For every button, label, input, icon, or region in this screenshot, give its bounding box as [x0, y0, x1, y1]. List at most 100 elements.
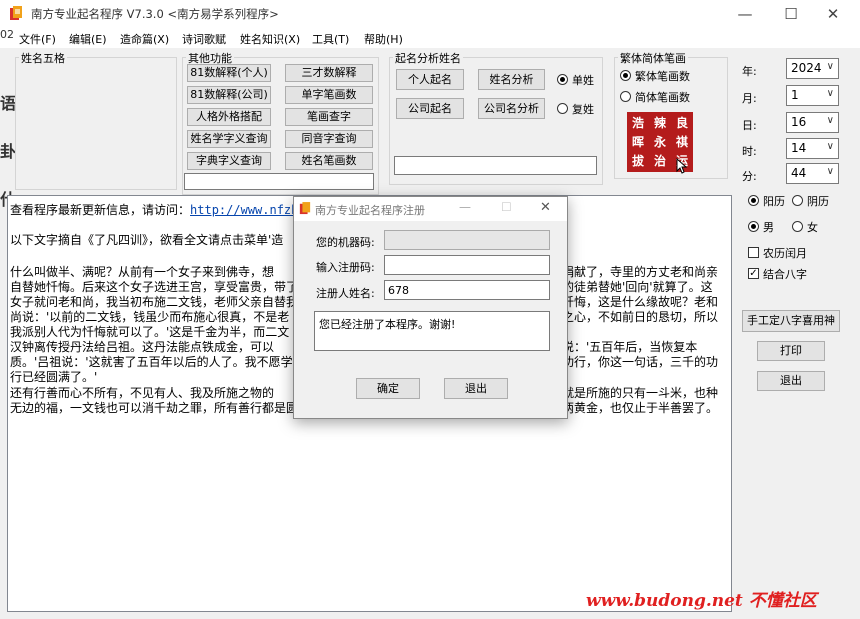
registration-message: 您已经注册了本程序。谢谢! — [319, 318, 456, 331]
excerpt-intro: 以下文字摘自《了凡四训》，欲看全文请点击菜单'造 — [10, 233, 284, 247]
menu-tools[interactable]: 工具(T) — [312, 31, 349, 47]
fanjian-group-title: 繁体简体笔画 — [618, 50, 688, 66]
company-analysis-button[interactable]: 公司名分析 — [478, 98, 545, 119]
female-label: 女 — [807, 221, 818, 234]
male-label: 男 — [763, 221, 774, 234]
menu-file[interactable]: 文件(F) — [19, 31, 56, 47]
reg-code-label: 输入注册码: — [316, 261, 375, 274]
solar-label: 阳历 — [763, 195, 785, 208]
year-select[interactable]: 2024 ∨ — [786, 58, 839, 79]
function-input[interactable] — [184, 173, 374, 190]
seal-char: 治 — [649, 150, 671, 172]
minute-select[interactable]: 44 ∨ — [786, 163, 839, 184]
btn-single-strokes[interactable]: 单字笔画数 — [285, 86, 373, 104]
update-info-line: 查看程序最新更新信息，请访问：http://www.nfzhou — [10, 201, 313, 218]
close-button[interactable]: ✕ — [810, 0, 856, 28]
menu-poetry[interactable]: 诗词歌赋 — [182, 31, 226, 47]
chevron-down-icon: ∨ — [826, 166, 834, 177]
day-label: 日: — [742, 119, 757, 132]
left-edge-glyph: 语 — [0, 94, 17, 113]
paragraph-fragment: 两黄金，也仅止于半善罢了。 — [562, 401, 719, 415]
left-edge-glyph: 卦 — [0, 142, 17, 161]
reg-code-input[interactable] — [384, 255, 550, 275]
title-bar: 南方专业起名程序 V7.3.0 <南方易学系列程序> — ☐ ✕ — [0, 0, 860, 28]
dialog-maximize-button: ☐ — [501, 200, 512, 214]
personal-naming-button[interactable]: 个人起名 — [396, 69, 464, 90]
reg-name-input[interactable]: 678 — [384, 280, 550, 300]
solar-radio[interactable] — [748, 195, 759, 206]
wuge-group — [15, 57, 177, 190]
day-value: 16 — [791, 115, 807, 129]
machine-code-field — [384, 230, 550, 250]
menu-name-knowledge[interactable]: 姓名知识(X) — [240, 31, 300, 47]
female-radio[interactable] — [792, 221, 803, 232]
analysis-name-input[interactable] — [394, 156, 597, 175]
dialog-exit-button[interactable]: 退出 — [444, 378, 508, 399]
dialog-ok-button[interactable]: 确定 — [356, 378, 420, 399]
male-radio[interactable] — [748, 221, 759, 232]
manual-bazi-button[interactable]: 手工定八字喜用神 — [742, 310, 840, 332]
btn-dictionary[interactable]: 字典字义查询 — [187, 152, 271, 170]
lunar-leap-checkbox[interactable] — [748, 247, 759, 258]
traditional-strokes-radio[interactable] — [620, 70, 631, 81]
month-select[interactable]: 1 ∨ — [786, 85, 839, 106]
minute-label: 分: — [742, 170, 757, 183]
year-value: 2024 — [791, 61, 822, 75]
btn-stroke-lookup[interactable]: 笔画查字 — [285, 108, 373, 126]
btn-name-strokes[interactable]: 姓名笔画数 — [285, 152, 373, 170]
btn-homophone[interactable]: 同音字查询 — [285, 130, 373, 148]
dialog-title-bar: 南方专业起名程序注册 — ☐ ✕ — [294, 197, 567, 221]
hour-select[interactable]: 14 ∨ — [786, 138, 839, 159]
name-analysis-button[interactable]: 姓名分析 — [478, 69, 545, 90]
dialog-minimize-button[interactable]: — — [459, 200, 471, 214]
menu-zaoming[interactable]: 造命篇(X) — [120, 31, 169, 47]
maximize-button[interactable]: ☐ — [768, 0, 814, 28]
traditional-strokes-label: 繁体笔画数 — [635, 70, 690, 83]
simplified-strokes-radio[interactable] — [620, 91, 631, 102]
registration-dialog: 南方专业起名程序注册 — ☐ ✕ 您的机器码: 输入注册码: 注册人姓名: 67… — [293, 196, 568, 419]
chevron-down-icon: ∨ — [826, 115, 834, 126]
chevron-down-icon: ∨ — [826, 141, 834, 152]
reg-name-value: 678 — [388, 284, 409, 297]
watermark: www.budong.net 不懂社区 — [586, 591, 817, 611]
chevron-down-icon: ∨ — [826, 61, 834, 72]
exit-button[interactable]: 退出 — [757, 371, 825, 391]
lunar-leap-label: 农历闰月 — [763, 247, 807, 260]
day-select[interactable]: 16 ∨ — [786, 112, 839, 133]
window-title: 南方专业起名程序 V7.3.0 <南方易学系列程序> — [31, 7, 279, 21]
hour-label: 时: — [742, 145, 757, 158]
machine-code-label: 您的机器码: — [316, 236, 375, 249]
paragraph-line: 无边的福，一文钱也可以消千劫之罪，所有善行都是圆 — [10, 401, 299, 415]
btn-char-meaning[interactable]: 姓名学字义查询 — [187, 130, 271, 148]
update-info-text: 查看程序最新更新信息，请访问： — [10, 203, 191, 217]
paragraph-fragment: 功行，你这一句话，三千的功 — [562, 355, 719, 369]
minimize-button[interactable]: — — [722, 0, 768, 28]
registration-message-box: 您已经注册了本程序。谢谢! — [314, 311, 550, 351]
simplified-strokes-label: 简体笔画数 — [635, 91, 690, 104]
menu-help[interactable]: 帮助(H) — [364, 31, 403, 47]
app-logo-icon — [299, 202, 311, 215]
btn-81-personal[interactable]: 81数解释(个人) — [187, 64, 271, 82]
dialog-title: 南方专业起名程序注册 — [315, 204, 425, 217]
dialog-close-button[interactable]: ✕ — [540, 200, 551, 215]
lunar-radio[interactable] — [792, 195, 803, 206]
menu-edit[interactable]: 编辑(E) — [69, 31, 107, 47]
single-surname-label: 单姓 — [572, 74, 594, 87]
company-naming-button[interactable]: 公司起名 — [396, 98, 464, 119]
print-button[interactable]: 打印 — [757, 341, 825, 361]
btn-sancai[interactable]: 三才数解释 — [285, 64, 373, 82]
single-surname-radio[interactable] — [557, 74, 568, 85]
btn-81-company[interactable]: 81数解释(公司) — [187, 86, 271, 104]
year-label: 年: — [742, 65, 757, 78]
combine-bazi-label: 结合八字 — [763, 268, 807, 281]
menu-bar: 文件(F) 编辑(E) 造命篇(X) 诗词歌赋 姓名知识(X) 工具(T) 帮助… — [0, 28, 860, 48]
month-label: 月: — [742, 92, 757, 105]
analysis-group-title: 起名分析姓名 — [393, 50, 463, 66]
mouse-cursor-icon — [676, 158, 688, 174]
chevron-down-icon: ∨ — [826, 88, 834, 99]
btn-renge-waige[interactable]: 人格外格搭配 — [187, 108, 271, 126]
double-surname-radio[interactable] — [557, 103, 568, 114]
combine-bazi-checkbox[interactable]: ✓ — [748, 268, 759, 279]
minute-value: 44 — [791, 166, 807, 180]
paragraph-line: 行已经圆满了。' — [10, 370, 98, 384]
